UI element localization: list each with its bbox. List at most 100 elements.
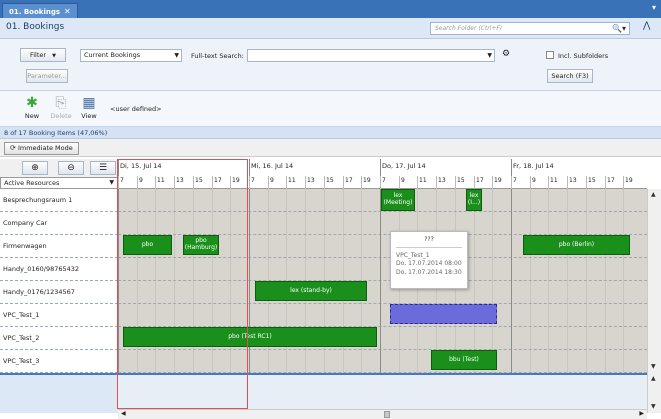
hour-tick-label: 15 [326, 177, 334, 184]
resource-row[interactable]: VPC_Test_2 [0, 327, 118, 350]
chevron-down-icon: ▼ [174, 52, 179, 59]
hour-tick-label: 13 [176, 177, 184, 184]
scroll-up-icon[interactable]: ▲ [651, 191, 656, 198]
chevron-down-icon: ▼ [487, 52, 492, 59]
filter-button[interactable]: Filter ▼ [20, 48, 66, 62]
immediate-mode-button[interactable]: ⟳ Immediate Mode [4, 142, 79, 155]
booking-item[interactable]: bbu (Test) [431, 350, 497, 370]
booking-item[interactable]: lex (I...) [466, 189, 482, 211]
hour-tick [193, 176, 194, 189]
collapse-icon[interactable]: ⋀ [643, 21, 650, 31]
zoom-in-icon[interactable]: ⊕ [22, 161, 48, 175]
booking-item[interactable]: lex (stand-by) [255, 281, 367, 301]
resource-row[interactable]: Handy_0176/1234567 [0, 281, 118, 304]
scroll-left-icon[interactable]: ◀ [121, 410, 126, 417]
resource-row[interactable]: VPC_Test_1 [0, 304, 118, 327]
hour-tick [155, 176, 156, 189]
hour-tick-label: 19 [232, 177, 240, 184]
scroll-down-icon[interactable]: ▼ [651, 363, 656, 370]
hour-tick-label: 7 [120, 177, 124, 184]
scroll-right-icon[interactable]: ▶ [639, 410, 644, 417]
user-defined-label: <user defined> [110, 105, 162, 113]
view-select[interactable]: Current Bookings ▼ [80, 49, 182, 62]
hour-tick-label: 13 [438, 177, 446, 184]
hour-tick-label: 13 [307, 177, 315, 184]
hour-tick [361, 176, 362, 189]
close-icon[interactable]: ✕ [64, 7, 71, 16]
booking-item[interactable]: pbo [123, 235, 172, 255]
horizontal-scrollbar[interactable]: ◀ ▶ [118, 409, 647, 419]
hour-tick-label: 11 [157, 177, 165, 184]
grid-row [118, 212, 647, 235]
timeline-header: Di, 15. Jul 14 Mi, 16. Jul 14 Do, 17. Ju… [118, 159, 647, 189]
booking-item[interactable]: pbo (Berlin) [523, 235, 630, 255]
incl-subfolders-checkbox[interactable] [546, 51, 554, 59]
lower-resource-pane [0, 373, 118, 413]
booking-count: 8 of 17 Booking Items (47,06%) [0, 127, 661, 139]
day-header: Di, 15. Jul 14 [120, 162, 162, 170]
hour-tick [455, 176, 456, 189]
page-title: 01. Bookings [6, 22, 65, 32]
search-icon[interactable]: 🔍▾ [612, 23, 626, 34]
scroll-up-icon[interactable]: ▲ [651, 375, 656, 382]
hour-tick [343, 176, 344, 189]
scroll-thumb[interactable] [384, 411, 390, 418]
schedule-grid[interactable]: lex (Meeting) lex (I...) pbo pbo (Hambur… [118, 189, 647, 373]
view-button[interactable]: ▦ View [78, 94, 100, 120]
hour-tick [567, 176, 568, 189]
fulltext-search-input[interactable]: ▼ [247, 49, 495, 62]
hour-tick-label: 7 [382, 177, 386, 184]
hour-tick [249, 176, 250, 189]
scroll-down-icon[interactable]: ▼ [651, 403, 656, 410]
vertical-scrollbar[interactable]: ▲ ▼ [647, 189, 661, 373]
booking-tooltip: ??? VPC_Test_1 Do, 17.07.2014 08:00 Do, … [390, 231, 468, 289]
resource-row[interactable]: Handy_0160/98765432 [0, 258, 118, 281]
booking-item[interactable]: pbo (Hamburg) [183, 235, 219, 255]
booking-item[interactable]: pbo (Test RC1) [123, 327, 377, 347]
hour-tick [548, 176, 549, 189]
tooltip-end: Do, 17.07.2014 18:30 [396, 268, 462, 276]
filter-panel: Filter ▼ Current Bookings ▼ Full-text Se… [0, 39, 661, 91]
grid-day-line [380, 189, 381, 373]
hour-tick [399, 176, 400, 189]
hour-tick-label: 7 [251, 177, 255, 184]
hour-tick [268, 176, 269, 189]
grid-row [118, 281, 647, 304]
grid-row [118, 350, 647, 373]
hour-tick-label: 17 [345, 177, 353, 184]
hour-tick [324, 176, 325, 189]
hour-tick-label: 13 [569, 177, 577, 184]
lower-schedule-pane[interactable] [118, 373, 647, 413]
hour-tick [174, 176, 175, 189]
resource-row[interactable]: VPC_Test_3 [0, 350, 118, 373]
search-options-icon[interactable]: ⚙ [502, 49, 510, 59]
mode-icon: ⟳ [10, 144, 16, 152]
resource-row[interactable]: Company Car [0, 212, 118, 235]
delete-button[interactable]: ⎘ Delete [50, 94, 72, 120]
parameter-button[interactable]: Parameter... [26, 69, 68, 83]
booking-item[interactable]: lex (Meeting) [381, 189, 415, 211]
new-icon: ✱ [26, 95, 38, 111]
resource-row[interactable]: Firmenwagen [0, 235, 118, 258]
hour-tick [380, 176, 381, 189]
tab-strip: 01. Bookings ✕ ▾ [0, 0, 661, 18]
hour-tick-label: 9 [270, 177, 274, 184]
resources-select[interactable]: Active Resources ▼ [0, 177, 118, 189]
tab-bookings[interactable]: 01. Bookings ✕ [2, 3, 78, 18]
search-folder-input[interactable]: Search Folder (Ctrl+F) 🔍▾ [430, 22, 630, 35]
resource-row[interactable]: Besprechungsraum 1 [0, 189, 118, 212]
day-header: Mi, 16. Jul 14 [251, 162, 294, 170]
tab-menu-icon[interactable]: ▾ [652, 3, 656, 12]
new-button[interactable]: ✱ New [21, 94, 43, 120]
lower-vertical-scrollbar[interactable]: ▲ ▼ [647, 373, 661, 413]
hour-tick-label: 19 [494, 177, 502, 184]
search-button[interactable]: Search (F3) [547, 69, 593, 83]
hour-tick-label: 11 [550, 177, 558, 184]
fit-icon[interactable]: ☰ [90, 161, 116, 175]
day-header: Fr, 18. Jul 14 [513, 162, 554, 170]
hour-tick-label: 9 [532, 177, 536, 184]
fulltext-label: Full-text Search: [191, 52, 244, 60]
zoom-out-icon[interactable]: ⊖ [58, 161, 84, 175]
booking-item-selected[interactable] [390, 304, 497, 324]
hour-tick [492, 176, 493, 189]
